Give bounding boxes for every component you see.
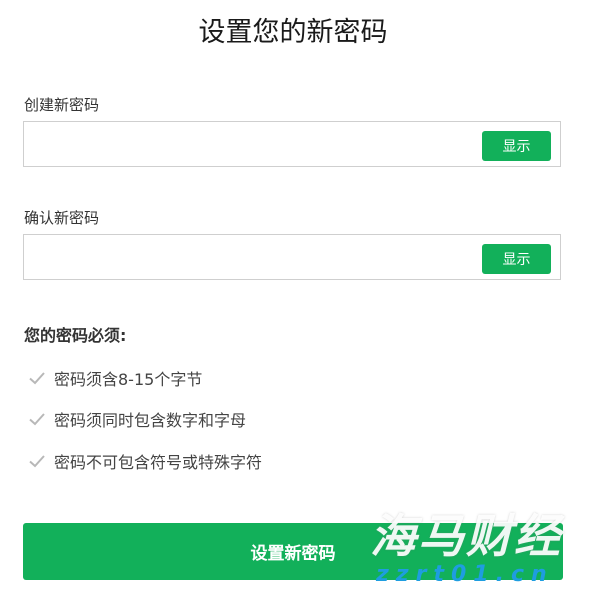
reset-password-page: 设置您的新密码 创建新密码 显示 确认新密码 显示 您的密码必须: 密码须含8-… (0, 0, 614, 596)
check-icon (29, 413, 45, 426)
password-rule-length: 密码须含8-15个字节 (28, 366, 202, 390)
password-rule-text: 密码须含8-15个字节 (54, 370, 203, 389)
password-rule-text: 密码不可包含符号或特殊字符 (54, 453, 263, 472)
confirm-password-field: 显示 (23, 234, 561, 280)
create-password-input[interactable] (24, 122, 474, 166)
check-icon (29, 372, 45, 385)
password-rule-no-symbols: 密码不可包含符号或特殊字符 (28, 449, 262, 473)
set-new-password-button[interactable]: 设置新密码 (23, 523, 563, 580)
password-rule-mixed: 密码须同时包含数字和字母 (28, 407, 246, 431)
page-title: 设置您的新密码 (198, 17, 388, 48)
password-rule-text: 密码须同时包含数字和字母 (54, 411, 247, 430)
confirm-password-label: 确认新密码 (24, 209, 100, 227)
create-password-label: 创建新密码 (24, 96, 100, 114)
create-password-show-button[interactable]: 显示 (482, 131, 551, 161)
password-rules-heading: 您的密码必须: (24, 326, 127, 345)
confirm-password-show-button[interactable]: 显示 (482, 244, 551, 274)
create-password-field: 显示 (23, 121, 561, 167)
confirm-password-input[interactable] (24, 235, 474, 279)
check-icon (29, 455, 45, 468)
